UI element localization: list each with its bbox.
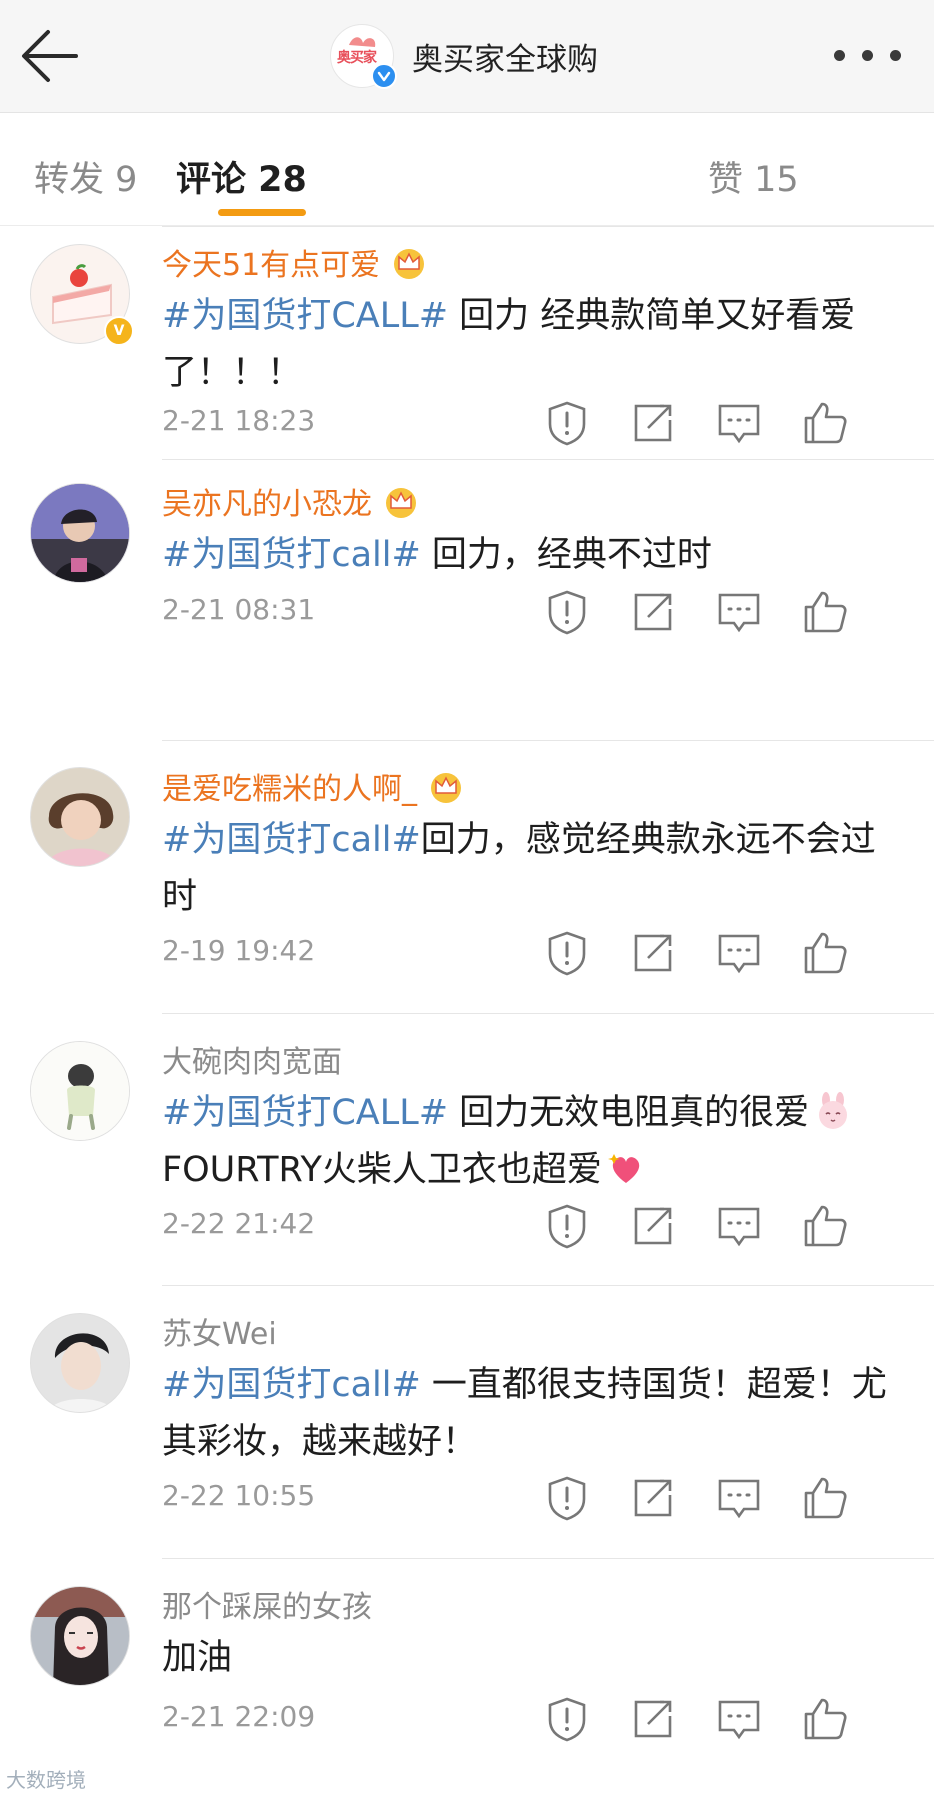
- verified-badge-icon: V: [104, 316, 134, 346]
- account-title-group[interactable]: 奥买家 奥买家全球购: [330, 24, 598, 89]
- report-icon[interactable]: [540, 926, 594, 980]
- reply-comment-icon[interactable]: [712, 1471, 766, 1525]
- repost-icon[interactable]: [626, 926, 680, 980]
- active-tab-indicator: [218, 209, 306, 216]
- divider: [162, 459, 934, 460]
- topic-hashtag-link[interactable]: #为国货打call#: [162, 820, 421, 860]
- topic-hashtag-link[interactable]: #为国货打CALL#: [162, 296, 448, 336]
- username[interactable]: 吴亦凡的小恐龙: [162, 479, 372, 523]
- avatar[interactable]: V: [30, 244, 134, 346]
- reply-comment-icon[interactable]: [712, 926, 766, 980]
- comment-body: 回力无效电阻真的很爱: [448, 1093, 810, 1133]
- account-logo: 奥买家: [330, 24, 397, 89]
- tab-likes[interactable]: 赞 15: [708, 151, 799, 202]
- timestamp: 2-22 10:55: [162, 1479, 316, 1512]
- timestamp: 2-21 08:31: [162, 593, 316, 626]
- comment-text: #为国货打call# 一直都很支持国货！超爱！尤其彩妆，越来越好！: [162, 1357, 902, 1471]
- verified-badge-icon: [371, 63, 397, 89]
- username[interactable]: 今天51有点可爱: [162, 240, 380, 284]
- tab-reposts[interactable]: 转发 9: [34, 151, 137, 202]
- avatar[interactable]: [30, 1041, 130, 1141]
- comment-actions: [540, 396, 914, 452]
- reply-comment-icon[interactable]: [712, 1692, 766, 1746]
- timestamp: 2-22 21:42: [162, 1207, 316, 1240]
- user-line: 吴亦凡的小恐龙: [162, 479, 420, 523]
- repost-icon[interactable]: [626, 1199, 680, 1253]
- user-line: 苏女Wei: [162, 1309, 277, 1353]
- comment-text: 加油: [162, 1630, 902, 1687]
- comment-actions: [540, 1692, 914, 1748]
- page-title: 奥买家全球购: [412, 41, 598, 78]
- topic-hashtag-link[interactable]: #为国货打call#: [162, 1365, 421, 1405]
- report-icon[interactable]: [540, 396, 594, 450]
- comment-text: #为国货打CALL# 回力无效电阻真的很爱 FOURTRY火柴人卫衣也超爱: [162, 1085, 902, 1199]
- user-line: 大碗肉肉宽面: [162, 1037, 342, 1081]
- crown-badge-icon: [431, 773, 461, 803]
- like-thumb-icon[interactable]: [798, 926, 852, 980]
- divider: [162, 1013, 934, 1014]
- reply-comment-icon[interactable]: [712, 396, 766, 450]
- logo-text: 奥买家: [337, 50, 377, 66]
- timestamp: 2-21 18:23: [162, 404, 316, 437]
- like-thumb-icon[interactable]: [798, 1199, 852, 1253]
- back-arrow-icon[interactable]: [18, 22, 98, 90]
- repost-icon[interactable]: [626, 1471, 680, 1525]
- more-options-icon[interactable]: [826, 44, 910, 68]
- report-icon[interactable]: [540, 1692, 594, 1746]
- timestamp: 2-21 22:09: [162, 1700, 316, 1733]
- comment-actions: [540, 585, 914, 641]
- comment-actions: [540, 1199, 914, 1255]
- reply-comment-icon[interactable]: [712, 585, 766, 639]
- user-line: 那个踩屎的女孩: [162, 1582, 372, 1626]
- divider: [162, 740, 934, 741]
- topic-hashtag-link[interactable]: #为国货打call#: [162, 535, 421, 575]
- comment-text: #为国货打call# 回力，经典不过时: [162, 527, 902, 584]
- username[interactable]: 那个踩屎的女孩: [162, 1582, 372, 1626]
- topic-hashtag-link[interactable]: #为国货打CALL#: [162, 1093, 448, 1133]
- divider: [162, 1558, 934, 1559]
- username[interactable]: 是爱吃糯米的人啊_: [162, 764, 417, 808]
- comment-body: 加油: [162, 1638, 233, 1678]
- crown-badge-icon: [394, 249, 425, 279]
- user-line: 今天51有点可爱: [162, 240, 428, 284]
- repost-icon[interactable]: [626, 585, 680, 639]
- like-thumb-icon[interactable]: [798, 1471, 852, 1525]
- comment-text: #为国货打call#回力，感觉经典款永远不会过时: [162, 812, 902, 926]
- repost-icon[interactable]: [626, 396, 680, 450]
- report-icon[interactable]: [540, 585, 594, 639]
- report-icon[interactable]: [540, 1199, 594, 1253]
- username[interactable]: 苏女Wei: [162, 1309, 277, 1353]
- comment-text: #为国货打CALL# 回力 经典款简单又好看爱了！！！: [162, 288, 902, 402]
- crown-badge-icon: [386, 488, 416, 518]
- tab-bar: 转发 9 评论 28 赞 15: [0, 113, 934, 226]
- watermark: 大数跨境: [6, 1768, 86, 1792]
- comment-body: 回力，经典不过时: [420, 535, 712, 575]
- avatar[interactable]: [30, 767, 130, 867]
- comment-actions: [540, 926, 914, 982]
- comment-body-line2: FOURTRY火柴人卫衣也超爱: [162, 1150, 602, 1190]
- report-icon[interactable]: [540, 1471, 594, 1525]
- comment-actions: [540, 1471, 914, 1527]
- avatar[interactable]: [30, 1586, 130, 1686]
- like-thumb-icon[interactable]: [798, 585, 852, 639]
- top-bar: 奥买家 奥买家全球购: [0, 0, 934, 113]
- timestamp: 2-19 19:42: [162, 934, 316, 967]
- user-line: 是爱吃糯米的人啊_: [162, 764, 465, 808]
- sparkling-heart-emoji-icon: [607, 1154, 640, 1183]
- tab-comments[interactable]: 评论 28: [176, 151, 307, 202]
- like-thumb-icon[interactable]: [798, 1692, 852, 1746]
- divider: [162, 1285, 934, 1286]
- reply-comment-icon[interactable]: [712, 1199, 766, 1253]
- divider: [162, 226, 934, 227]
- avatar[interactable]: [30, 1313, 130, 1413]
- like-thumb-icon[interactable]: [798, 396, 852, 450]
- repost-icon[interactable]: [626, 1692, 680, 1746]
- username[interactable]: 大碗肉肉宽面: [162, 1037, 342, 1081]
- avatar[interactable]: [30, 483, 130, 583]
- cute-bunny-emoji-icon: [819, 1092, 848, 1129]
